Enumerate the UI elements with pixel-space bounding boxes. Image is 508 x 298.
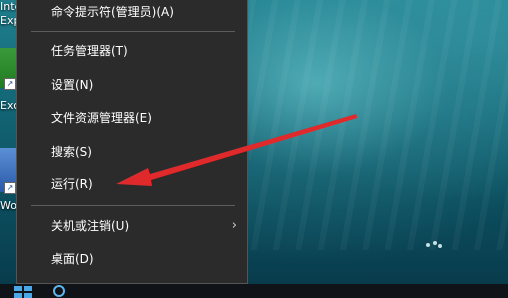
menu-item-settings[interactable]: 设置(N)	[17, 70, 247, 100]
menu-item-label: 命令提示符(管理员)(A)	[51, 5, 174, 19]
shortcut-arrow-icon: ↗	[4, 182, 16, 194]
menu-item-label: 设置(N)	[51, 78, 94, 92]
menu-item-command-prompt-admin[interactable]: 命令提示符(管理员)(A)	[17, 0, 247, 27]
desktop-icon-label: Wo	[0, 199, 17, 212]
shortcut-arrow-icon: ↗	[4, 78, 16, 90]
menu-item-label: 文件资源管理器(E)	[51, 111, 152, 125]
menu-item-label: 搜索(S)	[51, 145, 92, 159]
windows-start-icon[interactable]	[14, 286, 34, 298]
menu-item-task-manager[interactable]: 任务管理器(T)	[17, 36, 247, 66]
cortana-icon[interactable]	[53, 285, 65, 297]
start-context-menu: 命令提示符(管理员)(A) 任务管理器(T) 设置(N) 文件资源管理器(E) …	[16, 0, 248, 284]
menu-item-desktop[interactable]: 桌面(D)	[17, 244, 247, 274]
taskbar	[0, 284, 508, 298]
menu-item-file-explorer[interactable]: 文件资源管理器(E)	[17, 103, 247, 133]
menu-item-shutdown-signout[interactable]: 关机或注销(U) ›	[17, 211, 247, 241]
menu-item-label: 运行(R)	[51, 177, 93, 191]
menu-separator	[31, 205, 235, 206]
menu-item-label: 桌面(D)	[51, 252, 94, 266]
menu-item-label: 关机或注销(U)	[51, 219, 130, 233]
menu-item-search[interactable]: 搜索(S)	[17, 137, 247, 167]
menu-item-label: 任务管理器(T)	[51, 44, 128, 58]
menu-separator	[31, 31, 235, 32]
light-rays	[250, 0, 508, 250]
menu-item-run[interactable]: 运行(R)	[17, 169, 247, 199]
chevron-right-icon: ›	[231, 218, 237, 233]
